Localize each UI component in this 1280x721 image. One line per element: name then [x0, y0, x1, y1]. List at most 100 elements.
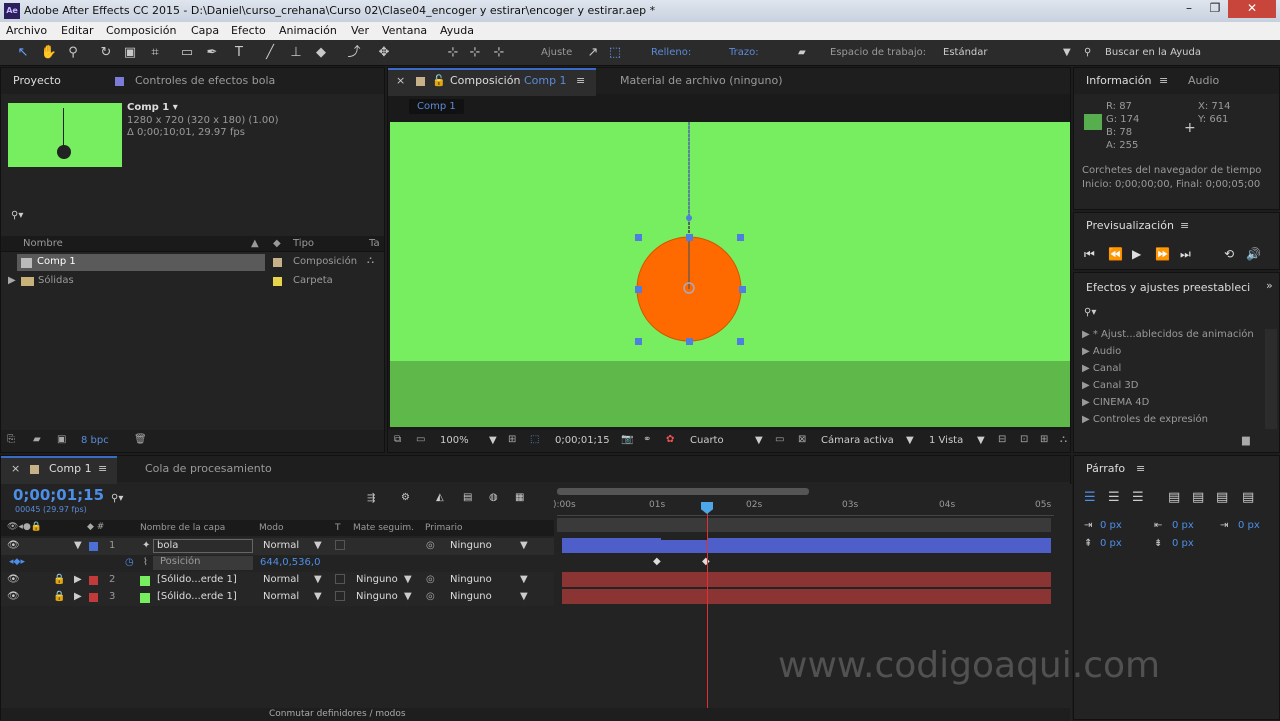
label-icon[interactable]: ◆ — [273, 238, 281, 249]
tab-menu-icon[interactable]: ≡ — [576, 74, 585, 87]
menu-archivo[interactable]: Archivo — [6, 24, 47, 37]
paragraph-menu-icon[interactable]: ≡ — [1136, 462, 1145, 475]
align-icon[interactable]: ⬚ — [606, 44, 624, 62]
keyframe-1-icon[interactable]: ◆ — [653, 556, 661, 567]
layer-2-parent-dropdown-icon[interactable]: ▼ — [520, 574, 528, 585]
project-search-icon[interactable]: ⚲▾ — [11, 210, 23, 221]
keyframe-2-icon[interactable]: ◆ — [702, 556, 710, 567]
first-line-indent-value[interactable]: 0 px — [1238, 520, 1260, 531]
camera-select[interactable]: Cámara activa — [821, 435, 894, 446]
show-snapshot-icon[interactable]: ⚭ — [643, 434, 651, 445]
label-column-icon[interactable]: ◆ # — [87, 522, 104, 532]
stopwatch-icon[interactable]: ◷ — [125, 557, 134, 568]
effect-item-3[interactable]: ▶ Canal 3D — [1082, 380, 1138, 391]
keyframe-nav-icon[interactable]: ◂◆▸ — [9, 557, 25, 567]
rectangle-tool-icon[interactable]: ▭ — [178, 44, 196, 62]
effect-item-4[interactable]: ▶ CINEMA 4D — [1082, 397, 1149, 408]
maximize-button[interactable]: ❐ — [1202, 0, 1228, 18]
layer-3-mode[interactable]: Normal — [263, 591, 299, 602]
clone-stamp-tool-icon[interactable]: ⊥ — [287, 44, 305, 62]
toggle-switches-modes[interactable]: Conmutar definidores / modos — [269, 709, 406, 719]
sort-arrow-icon[interactable]: ▲ — [251, 238, 259, 249]
layer-1-preserve-transparency[interactable] — [335, 540, 345, 550]
comp-viewer[interactable] — [390, 122, 1070, 427]
interpret-footage-icon[interactable]: ⎘ — [7, 434, 15, 445]
bpc-button[interactable]: 8 bpc — [81, 435, 109, 446]
play-icon[interactable]: ▶ — [1132, 247, 1141, 261]
monitor-icon[interactable]: ▭ — [416, 434, 425, 445]
layer-1-pickwhip-icon[interactable]: ◎ — [426, 540, 435, 551]
justify-left-icon[interactable]: ▤ — [1168, 490, 1180, 505]
effect-item-0[interactable]: ▶ * Ajust...ablecidos de animación — [1082, 329, 1254, 340]
zoom-dropdown-icon[interactable]: ▼ — [489, 435, 497, 446]
layer-3-parent[interactable]: Ninguno — [450, 591, 492, 602]
roto-brush-tool-icon[interactable]: ⤴ — [345, 44, 363, 62]
layer-3-name[interactable]: [Sólido...erde 1] — [157, 591, 237, 602]
views-select[interactable]: 1 Vista — [929, 435, 963, 446]
menu-efecto[interactable]: Efecto — [231, 24, 266, 37]
next-frame-icon[interactable]: ⏩ — [1155, 247, 1170, 261]
layer-2-parent[interactable]: Ninguno — [450, 574, 492, 585]
comp-mini-flowchart-icon[interactable]: ⇶ — [367, 493, 375, 504]
tab-proyecto[interactable]: Proyecto — [13, 74, 61, 87]
timeline-current-time[interactable]: 0;00;01;15 — [13, 486, 104, 504]
project-item-comp[interactable]: Comp 1 — [37, 256, 76, 267]
shy-icon[interactable]: ◭ — [436, 492, 444, 503]
camera-dropdown-icon[interactable]: ▼ — [906, 435, 914, 446]
snap-icon[interactable]: ↗ — [584, 44, 602, 62]
time-ruler[interactable] — [557, 496, 1054, 516]
col-tamano[interactable]: Ta — [369, 238, 380, 249]
region-of-interest-icon[interactable]: ▭ — [775, 434, 784, 445]
graph-icon[interactable]: ⌇ — [143, 557, 148, 568]
layer-3-visibility-icon[interactable]: 👁 — [7, 591, 20, 602]
menu-ayuda[interactable]: Ayuda — [440, 24, 474, 37]
motion-blur-icon[interactable]: ◍ — [489, 492, 498, 503]
lock-icon[interactable]: 🔓 — [432, 74, 446, 87]
effects-search-icon[interactable]: ⚲▾ — [1084, 307, 1096, 318]
channel-icon[interactable]: ✿ — [666, 434, 674, 445]
expand-arrow-icon[interactable]: ▶ — [8, 275, 16, 286]
fast-preview-icon[interactable]: ⊡ — [1020, 434, 1028, 445]
layer-1-parent-dropdown-icon[interactable]: ▼ — [520, 540, 528, 551]
tab-cola-procesamiento[interactable]: Cola de procesamiento — [145, 462, 272, 475]
mask-visibility-icon[interactable]: ⬚ — [530, 434, 539, 445]
layer-3-label-color[interactable] — [89, 593, 98, 602]
prev-frame-icon[interactable]: ⏪ — [1108, 247, 1123, 261]
layer-1-mode[interactable]: Normal — [263, 540, 299, 551]
space-after-value[interactable]: 0 px — [1172, 538, 1194, 549]
axis-world-icon[interactable]: ⊹ — [466, 44, 484, 62]
info-menu-icon[interactable]: ≡ — [1159, 74, 1168, 87]
indent-right-value[interactable]: 0 px — [1172, 520, 1194, 531]
tab-controles-efectos[interactable]: Controles de efectos bola — [135, 74, 275, 87]
brush-tool-icon[interactable]: ╱ — [261, 44, 279, 62]
timeline-close-icon[interactable]: × — [11, 462, 20, 475]
align-center-icon[interactable]: ☰ — [1108, 490, 1120, 505]
align-right-icon[interactable]: ☰ — [1132, 490, 1144, 505]
col-mode[interactable]: Modo — [259, 523, 284, 533]
hand-tool-icon[interactable]: ✋ — [40, 44, 58, 62]
layer-1-name[interactable]: bola — [153, 539, 253, 553]
zoom-tool-icon[interactable]: ⚲ — [64, 44, 82, 62]
layer-3-mate-dropdown-icon[interactable]: ▼ — [404, 591, 412, 602]
layer-1-label-color[interactable] — [89, 542, 98, 551]
position-property-label[interactable]: Posición — [153, 556, 253, 570]
puppet-tool-icon[interactable]: ✥ — [375, 44, 393, 62]
first-frame-icon[interactable]: ⏮ — [1084, 247, 1095, 262]
draft-3d-icon[interactable]: ⚙ — [401, 492, 410, 503]
timeline-icon[interactable]: ⊞ — [1040, 434, 1048, 445]
col-tipo[interactable]: Tipo — [293, 238, 314, 249]
menu-editar[interactable]: Editar — [61, 24, 94, 37]
menu-ver[interactable]: Ver — [351, 24, 369, 37]
tab-composicion-text[interactable]: Composición Comp 1 — [450, 74, 567, 87]
stroke-width-icon[interactable]: ▰ — [798, 47, 806, 58]
layer-1-parent[interactable]: Ninguno — [450, 540, 492, 551]
axis-local-icon[interactable]: ⊹ — [444, 44, 462, 62]
layer-3-expand-icon[interactable]: ▶ — [74, 591, 82, 602]
layer-2-visibility-icon[interactable]: 👁 — [7, 574, 20, 585]
tab-efectos[interactable]: Efectos y ajustes preestableci — [1086, 281, 1250, 294]
flowchart-icon[interactable]: ⛬ — [1060, 434, 1067, 445]
position-value[interactable]: 644,0,536,0 — [260, 557, 320, 568]
justify-all-icon[interactable]: ▤ — [1242, 490, 1254, 505]
snapshot-icon[interactable]: 📷 — [621, 434, 633, 445]
layer-2-preserve-transparency[interactable] — [335, 574, 345, 584]
